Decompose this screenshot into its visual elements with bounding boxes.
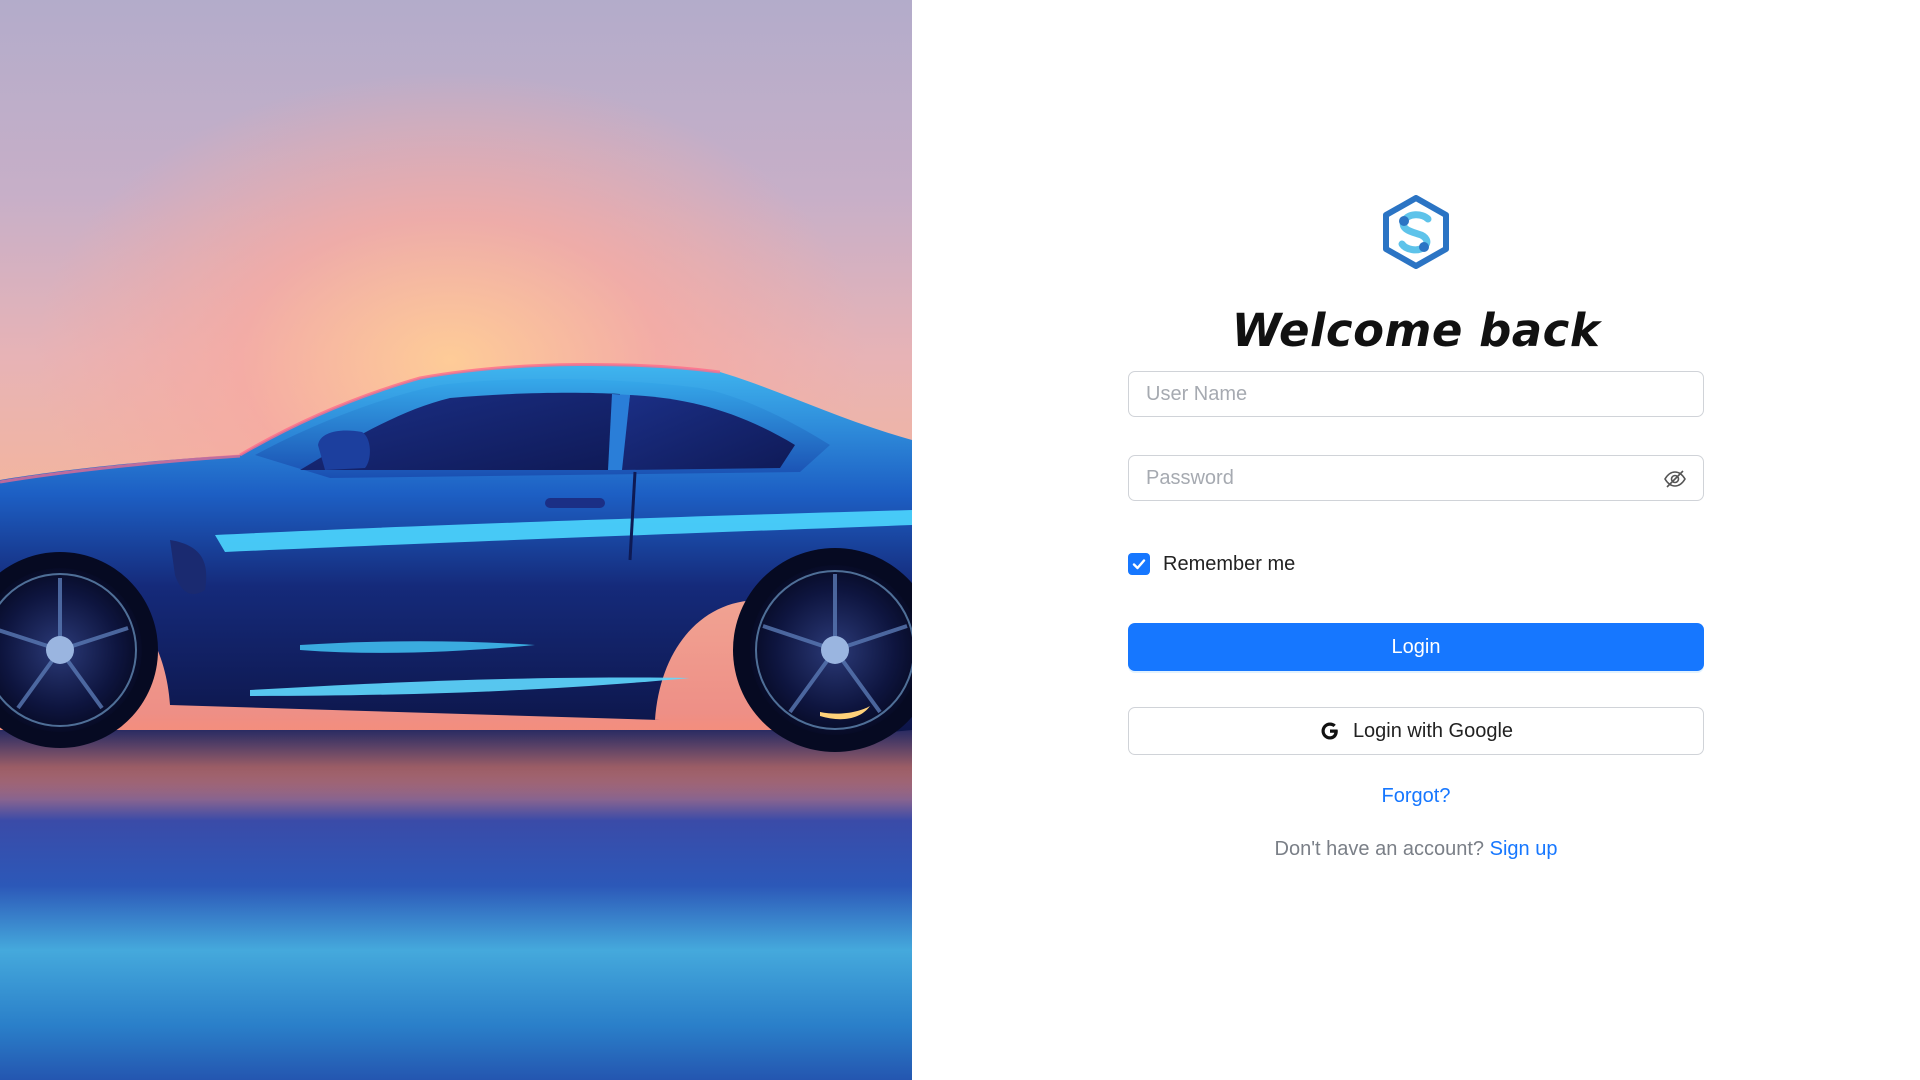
eye-slash-icon[interactable]: [1663, 467, 1687, 491]
login-page: Welcome back User Name Remember me Login…: [0, 0, 1920, 1080]
signup-link[interactable]: Sign up: [1490, 838, 1558, 860]
sports-car-illustration: [0, 362, 912, 800]
logo: [1128, 195, 1704, 273]
username-field[interactable]: [1128, 371, 1704, 417]
remember-me-row: Remember me: [1128, 551, 1704, 577]
login-button[interactable]: Login: [1128, 623, 1704, 671]
password-field[interactable]: [1128, 455, 1704, 501]
google-login-label: Login with Google: [1352, 719, 1514, 742]
signup-row: Don't have an account? Sign up: [1128, 838, 1704, 861]
hexagon-s-logo-icon: [1383, 195, 1449, 269]
google-g-icon: [1319, 720, 1341, 742]
remember-me-checkbox[interactable]: [1128, 553, 1150, 575]
remember-me-label[interactable]: Remember me: [1163, 553, 1295, 576]
login-form: Welcome back User Name Remember me Login…: [1128, 195, 1704, 861]
google-login-button[interactable]: Login with Google: [1128, 707, 1704, 755]
login-panel: Welcome back User Name Remember me Login…: [912, 0, 1920, 1080]
hero-image: [0, 0, 912, 1080]
forgot-row: Forgot?: [1128, 785, 1704, 808]
check-icon: [1132, 559, 1146, 570]
forgot-password-link[interactable]: Forgot?: [1382, 785, 1451, 807]
signup-prompt: Don't have an account?: [1274, 838, 1485, 860]
password-input[interactable]: [1129, 456, 1703, 500]
username-input[interactable]: [1129, 372, 1703, 416]
page-title: Welcome back: [1231, 304, 1601, 357]
